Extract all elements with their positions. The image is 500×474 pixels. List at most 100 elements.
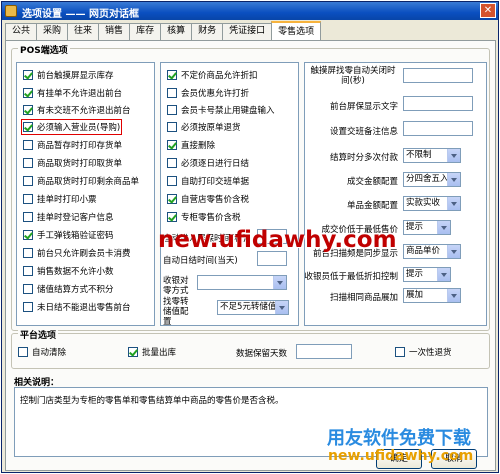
- shift-remark-input[interactable]: [403, 121, 473, 136]
- one-time-return-option[interactable]: 一次性退货: [395, 346, 452, 358]
- item-amount-config-select[interactable]: 实款实收: [403, 196, 461, 211]
- retention-days-input[interactable]: [296, 344, 352, 359]
- checkbox[interactable]: [23, 105, 33, 115]
- checkbox[interactable]: [167, 88, 177, 98]
- checkbox[interactable]: [23, 248, 33, 258]
- tab-sales[interactable]: 销售: [98, 23, 131, 40]
- checkbox[interactable]: [23, 158, 33, 168]
- option-row[interactable]: 不定价商品允许折扣: [167, 69, 258, 81]
- option-row[interactable]: 商品取货时打印取货单: [23, 157, 122, 169]
- tab-retail-options[interactable]: 零售选项: [271, 21, 322, 40]
- chevron-down-icon[interactable]: [447, 197, 460, 210]
- chevron-down-icon[interactable]: [273, 276, 286, 289]
- checkbox[interactable]: [128, 347, 138, 357]
- touch-change-close-input[interactable]: [403, 68, 473, 83]
- option-row[interactable]: 销售数据不允许小数: [23, 265, 114, 277]
- below-min-price-select[interactable]: 提示: [403, 220, 451, 235]
- option-row[interactable]: 手工弹钱箱验证密码: [23, 229, 114, 241]
- option-row[interactable]: 有未交班不允许退出前台: [23, 104, 131, 116]
- deal-amount-config-label: 成交金额配置: [346, 177, 398, 187]
- selected-value: 提示: [406, 222, 424, 232]
- option-row[interactable]: 储值结算方式不积分: [23, 283, 114, 295]
- option-row[interactable]: 会员卡号禁止用键盘输入: [167, 104, 275, 116]
- checkbox[interactable]: [23, 140, 33, 150]
- chevron-down-icon[interactable]: [447, 245, 460, 258]
- deal-amount-config-select[interactable]: 分四舍五入: [403, 172, 461, 187]
- auto-clear-option[interactable]: 自动清除: [18, 346, 66, 358]
- option-row[interactable]: 前台只允许刷会员卡消费: [23, 247, 131, 259]
- option-row[interactable]: 商品暂存时打印存货单: [23, 139, 122, 151]
- screensaver-text-input[interactable]: [403, 96, 473, 111]
- checkbox[interactable]: [23, 88, 33, 98]
- checkbox[interactable]: [23, 212, 33, 222]
- checkbox[interactable]: [167, 212, 177, 222]
- option-row[interactable]: 前台触摸屏显示库存: [23, 69, 114, 81]
- title-bar[interactable]: 选项设置 —— 网页对话框 ✕: [2, 2, 498, 20]
- checkbox[interactable]: [167, 70, 177, 80]
- checkbox[interactable]: [167, 194, 177, 204]
- checkbox[interactable]: [23, 266, 33, 276]
- scan-sync-display-select[interactable]: 商品单价: [403, 244, 461, 259]
- retention-days-label: 数据保留天数: [236, 349, 288, 359]
- option-label: 专柜零售价含税: [181, 213, 241, 223]
- option-row[interactable]: 必须按原单退货: [167, 121, 241, 133]
- multi-payment-label: 结算时分多次付款: [329, 153, 398, 163]
- tab-accounts[interactable]: 往来: [67, 23, 100, 40]
- option-row[interactable]: 有挂单不允许退出前台: [23, 87, 122, 99]
- option-row[interactable]: 未日结不能退出零售前台: [23, 301, 131, 313]
- chevron-down-icon[interactable]: [437, 221, 450, 234]
- rounding-mode-select[interactable]: [197, 275, 287, 290]
- tab-costing[interactable]: 核算: [160, 23, 193, 40]
- option-row[interactable]: 直接删除: [167, 139, 215, 151]
- tab-purchase[interactable]: 采购: [36, 23, 69, 40]
- change-to-stored-value-select[interactable]: 不足5元转储值: [217, 300, 289, 315]
- checkbox[interactable]: [167, 105, 177, 115]
- chevron-down-icon[interactable]: [447, 289, 460, 302]
- checkbox[interactable]: [167, 122, 177, 132]
- option-label: 直接删除: [181, 141, 216, 151]
- pos-options-legend: POS端选项: [18, 43, 70, 56]
- option-row[interactable]: 商品取货时打印剩余商品单: [23, 175, 139, 187]
- option-row[interactable]: 自助打印交班单据: [167, 175, 249, 187]
- checkbox[interactable]: [18, 347, 28, 357]
- multi-payment-select[interactable]: 不限制: [403, 148, 461, 163]
- checkbox[interactable]: [167, 140, 177, 150]
- checkbox[interactable]: [23, 70, 33, 80]
- checkbox[interactable]: [23, 194, 33, 204]
- checkbox[interactable]: [167, 176, 177, 186]
- option-row[interactable]: 专柜零售价含税: [167, 211, 241, 223]
- scan-same-item-select[interactable]: 展加: [403, 288, 461, 303]
- tab-voucher-interface[interactable]: 凭证接口: [222, 23, 273, 40]
- cashier-min-discount-select[interactable]: 提示: [403, 267, 451, 282]
- checkbox[interactable]: [167, 158, 177, 168]
- option-row[interactable]: 挂单时登记客户信息: [23, 211, 114, 223]
- selected-value: 不足5元转储值: [220, 302, 277, 312]
- option-row[interactable]: 自营店零售价含税: [167, 193, 249, 205]
- checkbox[interactable]: [395, 347, 405, 357]
- checkbox[interactable]: [23, 230, 33, 240]
- shift-remark-label: 设置交班备注信息: [329, 127, 398, 137]
- touch-change-close-label: 触摸屏找零自动关闭时间(秒): [310, 66, 396, 86]
- option-label: 前台触摸屏显示库存: [37, 71, 114, 81]
- checkbox[interactable]: [23, 176, 33, 186]
- chevron-down-icon[interactable]: [275, 301, 288, 314]
- tab-finance[interactable]: 财务: [191, 23, 224, 40]
- option-row-highlighted[interactable]: 必须输入营业员(导购): [20, 119, 123, 135]
- rounding-mode-label: 收银对零方式: [163, 276, 189, 296]
- checkbox[interactable]: [23, 122, 33, 132]
- tab-common[interactable]: 公共: [5, 23, 38, 40]
- batch-out-option[interactable]: 批量出库: [128, 346, 176, 358]
- auto-daily-time-input[interactable]: [257, 251, 287, 266]
- option-label: 商品取货时打印取货单: [37, 159, 123, 169]
- chevron-down-icon[interactable]: [437, 268, 450, 281]
- close-button[interactable]: ✕: [480, 3, 496, 18]
- checkbox[interactable]: [23, 284, 33, 294]
- option-row[interactable]: 必须逐日进行日结: [167, 157, 249, 169]
- checkbox[interactable]: [23, 302, 33, 312]
- chevron-down-icon[interactable]: [447, 149, 460, 162]
- retail-options-panel: POS端选项 前台触摸屏显示库存 有挂单不允许退出前台 有未交班不允许退出前台 …: [5, 40, 496, 471]
- tab-inventory[interactable]: 库存: [129, 23, 162, 40]
- option-row[interactable]: 会员优惠允许打折: [167, 87, 249, 99]
- chevron-down-icon[interactable]: [447, 173, 460, 186]
- option-row[interactable]: 挂单时打印小票: [23, 193, 97, 205]
